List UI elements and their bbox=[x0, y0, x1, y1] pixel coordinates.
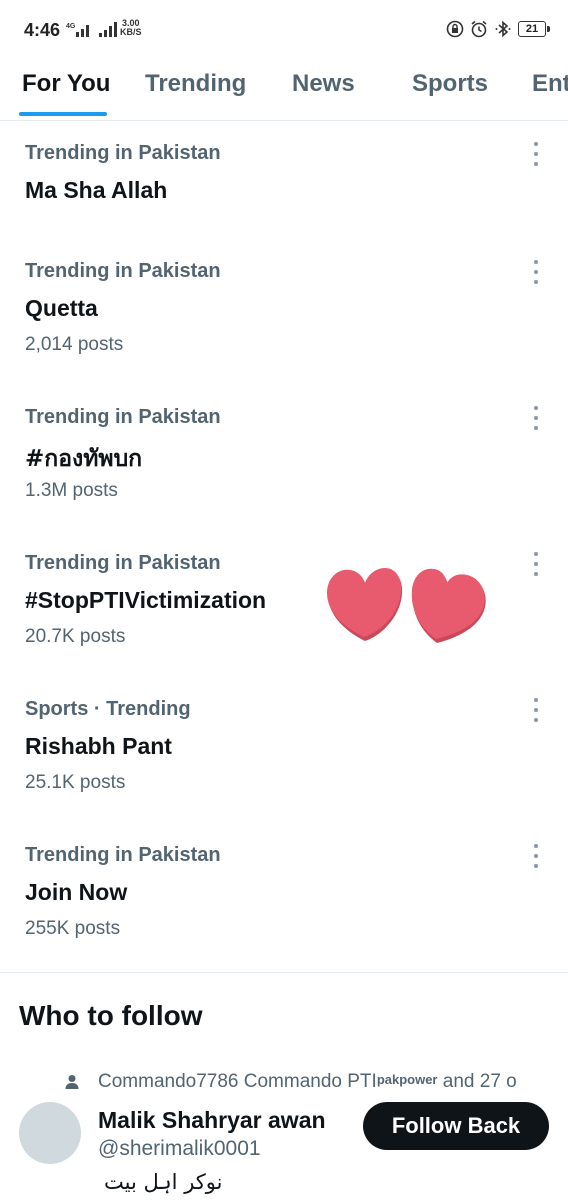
tab-bar: For You Trending News Sports Ent bbox=[0, 60, 568, 121]
trend-item[interactable]: Trending in Pakistan #กองทัพบก 1.3M post… bbox=[0, 394, 568, 534]
more-options-icon[interactable] bbox=[526, 844, 546, 868]
trend-title: Join Now bbox=[25, 879, 128, 905]
battery-icon: 21 bbox=[518, 21, 550, 37]
user-display-name[interactable]: Malik Shahryar awan bbox=[98, 1107, 326, 1134]
trend-post-count: 1.3M posts bbox=[25, 480, 118, 501]
tab-entertainment[interactable]: Ent bbox=[532, 70, 568, 98]
trend-context: Sports · Trending bbox=[25, 698, 191, 720]
trend-context: Trending in Pakistan bbox=[25, 552, 221, 574]
status-right-icons: 21 bbox=[446, 20, 550, 38]
tab-trending[interactable]: Trending bbox=[145, 70, 246, 98]
trend-title: Quetta bbox=[25, 295, 98, 321]
alarm-icon bbox=[471, 20, 487, 38]
trend-item[interactable]: Sports · Trending Rishabh Pant 25.1K pos… bbox=[0, 686, 568, 826]
section-divider bbox=[0, 972, 568, 973]
tab-news[interactable]: News bbox=[292, 70, 355, 98]
tab-sports[interactable]: Sports bbox=[412, 70, 488, 98]
signal-icon: 4G bbox=[66, 22, 117, 37]
heart-icon bbox=[327, 568, 403, 641]
user-bio: نوکر اہل بیت bbox=[104, 1170, 223, 1194]
bluetooth-icon bbox=[495, 20, 511, 38]
user-handle: @sherimalik0001 bbox=[98, 1137, 261, 1160]
lock-icon bbox=[446, 20, 464, 38]
trend-context: Trending in Pakistan bbox=[25, 260, 221, 282]
trend-context: Trending in Pakistan bbox=[25, 406, 221, 428]
trend-item[interactable]: Trending in Pakistan Ma Sha Allah bbox=[0, 130, 568, 240]
trend-post-count: 20.7K posts bbox=[25, 626, 126, 647]
more-options-icon[interactable] bbox=[526, 260, 546, 284]
trend-title: Ma Sha Allah bbox=[25, 177, 168, 203]
social-context-tail: and 27 o bbox=[437, 1071, 517, 1092]
status-time: 4:46 bbox=[24, 20, 61, 40]
tab-for-you[interactable]: For You bbox=[22, 70, 110, 98]
avatar[interactable] bbox=[19, 1102, 81, 1164]
who-to-follow-heading: Who to follow bbox=[19, 1000, 203, 1031]
social-context: Commando7786 Commando PTI pakpower and 27… bbox=[64, 1071, 517, 1093]
svg-text:4G: 4G bbox=[66, 23, 76, 30]
trend-post-count: 255K posts bbox=[25, 918, 121, 939]
follow-back-button[interactable]: Follow Back bbox=[363, 1102, 549, 1150]
trend-context: Trending in Pakistan bbox=[25, 844, 221, 866]
trend-title: #กองทัพบก bbox=[25, 446, 143, 472]
trend-post-count: 2,014 posts bbox=[25, 334, 124, 355]
person-icon bbox=[65, 1075, 79, 1089]
more-options-icon[interactable] bbox=[526, 698, 546, 722]
social-context-text: Commando7786 Commando PTI bbox=[98, 1071, 377, 1092]
trend-item[interactable]: Trending in Pakistan Join Now 255K posts bbox=[0, 832, 568, 972]
tab-active-indicator bbox=[19, 112, 107, 116]
more-options-icon[interactable] bbox=[526, 142, 546, 166]
network-speed: 3.00 KB/S bbox=[120, 18, 142, 37]
trend-title: Rishabh Pant bbox=[25, 733, 172, 759]
trend-item[interactable]: Trending in Pakistan Quetta 2,014 posts bbox=[0, 248, 568, 388]
social-context-sup: pakpower bbox=[376, 1071, 438, 1087]
more-options-icon[interactable] bbox=[526, 552, 546, 576]
heart-icon bbox=[411, 568, 486, 643]
status-bar: 4:46 4G 3.00 KB/S 21 bbox=[0, 0, 568, 60]
more-options-icon[interactable] bbox=[526, 406, 546, 430]
trend-title: #StopPTIVictimization bbox=[25, 587, 267, 613]
trend-post-count: 25.1K posts bbox=[25, 772, 126, 793]
hearts-sticker bbox=[327, 568, 486, 643]
trend-context: Trending in Pakistan bbox=[25, 142, 221, 164]
